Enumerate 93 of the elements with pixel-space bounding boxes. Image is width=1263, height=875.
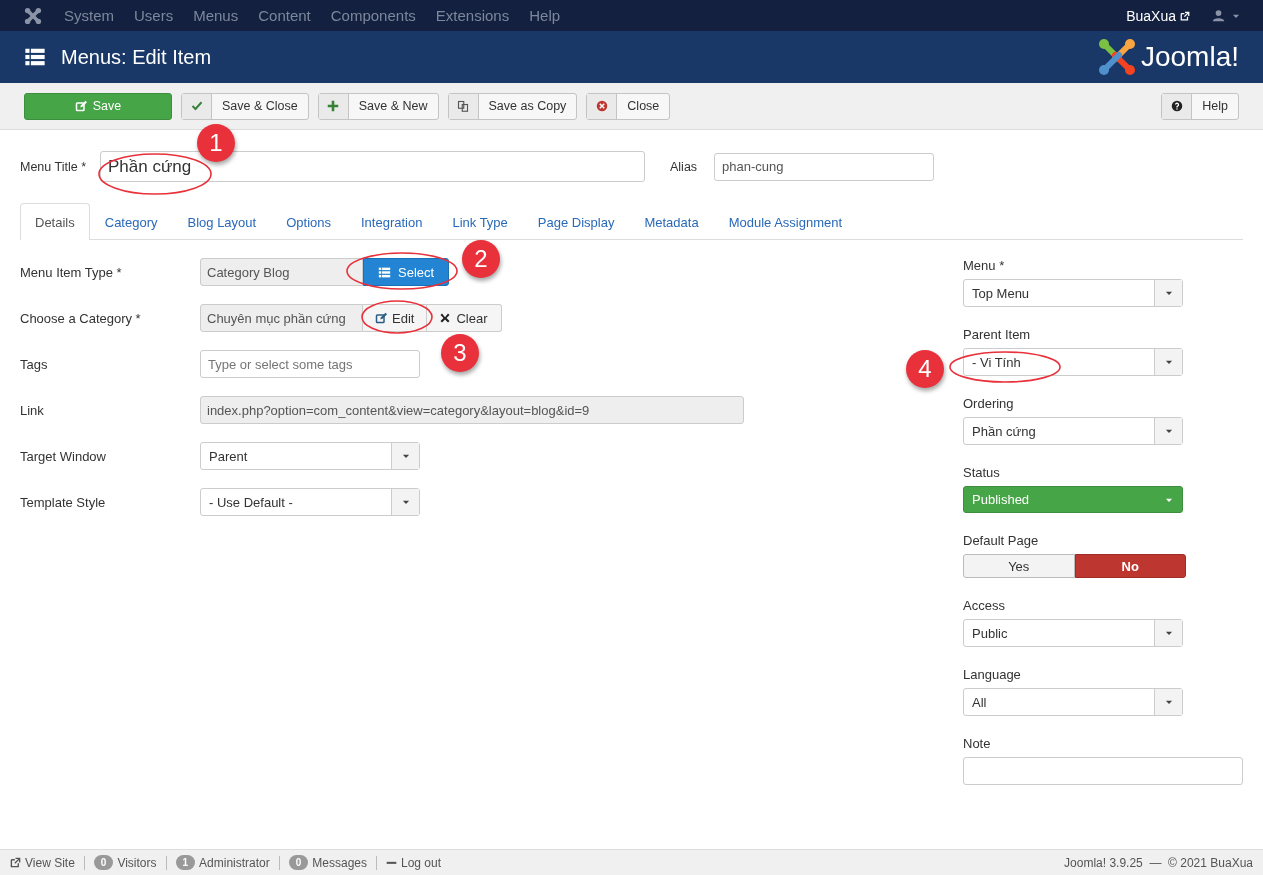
joomla-logo-icon <box>1096 37 1137 77</box>
edit-icon <box>74 100 87 112</box>
nav-menu-item[interactable]: System <box>64 7 114 24</box>
count-badge: 0 <box>288 855 309 870</box>
field-label: Template Style <box>20 494 107 510</box>
tab[interactable]: Details <box>20 203 90 240</box>
dropdown[interactable]: - Vi Tính <box>963 348 1183 376</box>
nav-menu-item[interactable]: Help <box>529 7 561 24</box>
dropdown[interactable]: All <box>963 688 1183 716</box>
status-label: Messages <box>312 855 367 870</box>
help-icon <box>1170 100 1183 112</box>
field-label: Menu * <box>963 258 1006 273</box>
tab[interactable]: Options <box>271 203 346 240</box>
nav-menu-item[interactable]: Components <box>330 7 416 24</box>
nav-menu-item[interactable]: Users <box>134 7 174 24</box>
field-label: Choose a Category * <box>20 310 142 326</box>
status-link[interactable]: 0 Messages <box>288 855 367 870</box>
close-icon <box>439 312 452 324</box>
logo-wordmark: Joomla! <box>1140 41 1239 73</box>
dropdown[interactable]: Public <box>963 619 1183 647</box>
select-button[interactable]: Select <box>363 258 450 286</box>
edit-button[interactable]: Edit <box>363 304 428 332</box>
dropdown[interactable]: Top Menu <box>963 279 1183 307</box>
toolbar-button[interactable]: Save & Close <box>181 92 309 120</box>
menu-title-field[interactable]: Phần cứng <box>100 151 645 182</box>
dropdown[interactable]: - Use Default - <box>200 488 420 516</box>
toggle-option[interactable]: No <box>1074 554 1186 578</box>
clear-button[interactable]: Clear <box>427 304 503 332</box>
user-menu[interactable] <box>1212 9 1241 22</box>
status-link[interactable]: 1 Administrator <box>175 855 270 870</box>
status-label: Administrator <box>199 855 270 870</box>
alias-field[interactable]: phan-cung <box>714 152 935 181</box>
field-label: Menu Item Type * <box>20 264 123 280</box>
field-label: Alias <box>670 159 698 174</box>
tab[interactable]: Module Assignment <box>713 203 858 240</box>
list-icon <box>378 265 391 279</box>
toolbar-button[interactable]: Save & New <box>317 92 439 120</box>
count-badge: 0 <box>93 855 114 870</box>
toolbar-button[interactable]: Close <box>586 92 671 120</box>
tab[interactable]: Blog Layout <box>172 203 272 240</box>
nav-menu-item[interactable]: Menus <box>193 7 239 24</box>
check-icon <box>190 100 203 112</box>
dropdown[interactable]: Phần cứng <box>963 417 1183 445</box>
external-link-icon <box>10 857 21 868</box>
count-badge: 1 <box>175 855 196 870</box>
tab[interactable]: Page Display <box>522 203 630 240</box>
field-label: Link <box>20 402 45 418</box>
annotation-badge: 3 <box>441 334 479 372</box>
field-label: Menu Title * <box>20 159 87 174</box>
logout-link[interactable]: Log out <box>386 855 442 870</box>
status-label: Visitors <box>117 855 157 870</box>
tab[interactable]: Category <box>89 203 173 240</box>
plus-icon <box>327 100 340 112</box>
toolbar-button[interactable]: Save as Copy <box>447 92 578 120</box>
toolbar-button[interactable]: Help <box>1161 92 1239 120</box>
status-label: Log out <box>401 855 442 870</box>
dropdown[interactable]: Parent <box>200 442 420 470</box>
annotation-ellipse <box>361 300 433 334</box>
close-icon <box>595 100 608 112</box>
tab[interactable]: Metadata <box>629 203 714 240</box>
user-icon <box>1212 9 1225 22</box>
annotation-badge: 4 <box>906 350 944 388</box>
toggle-option[interactable]: Yes <box>963 554 1075 578</box>
field-label: Target Window <box>20 448 107 464</box>
field-label: Default Page <box>963 533 1040 548</box>
tab[interactable]: Link Type <box>437 203 523 240</box>
link-field: index.php?option=com_content&view=category&layout=blog&id=9 <box>200 396 744 424</box>
status-label: View Site <box>25 855 75 870</box>
field-label: Access <box>963 598 1006 613</box>
tags-field[interactable]: Type or select some tags <box>200 350 420 378</box>
field-label: Ordering <box>963 396 1015 411</box>
annotation-badge: 2 <box>462 240 500 278</box>
field-label: Parent Item <box>963 327 1032 342</box>
readonly-field: Chuyên mục phần cứng <box>200 304 363 332</box>
list-icon <box>24 46 46 68</box>
tab[interactable]: Integration <box>346 203 438 240</box>
page-title: Menus: Edit Item <box>61 45 212 69</box>
note-field[interactable] <box>963 757 1243 785</box>
nav-menu-item[interactable]: Extensions <box>435 7 510 24</box>
edit-icon <box>375 312 387 324</box>
status-link[interactable]: 0 Visitors <box>93 855 157 870</box>
field-label: Tags <box>20 356 49 372</box>
copy-icon <box>457 100 469 112</box>
readonly-field: Category Blog <box>200 258 363 286</box>
field-label: Language <box>963 667 1022 682</box>
logo-icon[interactable] <box>24 6 42 25</box>
footer-text: Joomla! 3.9.25 — © 2021 BuaXua <box>1064 855 1253 870</box>
field-label: Note <box>963 736 992 751</box>
external-link-icon <box>1180 10 1190 21</box>
site-link[interactable]: BuaXua <box>1126 7 1190 24</box>
field-label: Status <box>963 465 1001 480</box>
nav-menu-item[interactable]: Content <box>258 7 311 24</box>
view-site-link[interactable]: View Site <box>10 855 75 870</box>
